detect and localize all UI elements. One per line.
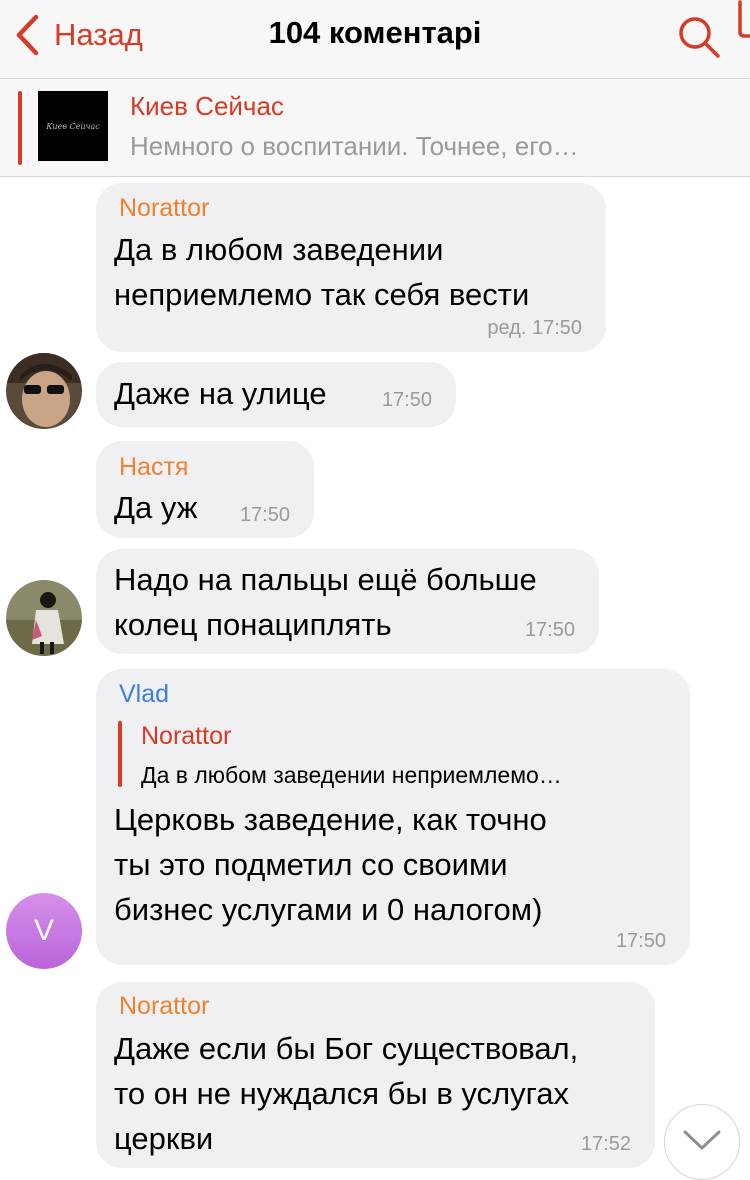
message-bubble[interactable]: Даже на улице 17:50 <box>96 362 456 427</box>
message-text: Даже если бы Бог существовал, то он не н… <box>114 1031 579 1156</box>
search-button[interactable] <box>676 14 722 65</box>
message-text: Да уж <box>114 490 198 525</box>
page-title: 104 коментарі <box>268 15 482 50</box>
message-time: 17:52 <box>580 1133 631 1155</box>
pinned-accent-bar <box>18 91 22 165</box>
message-time: 17:50 <box>615 930 666 952</box>
channel-thumbnail: Киев Сейчас <box>38 91 108 161</box>
sender-name[interactable]: Norattor <box>119 992 209 1021</box>
search-icon <box>676 17 722 64</box>
message-time: ред. 17:50 <box>487 317 582 339</box>
cropped-icon <box>736 0 750 40</box>
avatar[interactable] <box>6 580 82 656</box>
avatar[interactable] <box>6 353 82 429</box>
message-time: 17:50 <box>239 504 290 526</box>
channel-name: Киев Сейчас <box>130 91 284 121</box>
chevron-down-icon <box>682 1129 722 1156</box>
message-text: Да в любом заведении неприемлемо так себ… <box>114 232 530 312</box>
message-time: 17:50 <box>524 619 575 641</box>
reply-author: Norattor <box>141 722 232 750</box>
sender-name[interactable]: Настя <box>119 453 188 482</box>
reply-accent-bar <box>118 721 122 787</box>
sender-name[interactable]: Norattor <box>119 194 209 223</box>
message-bubble[interactable]: Norattor Даже если бы Бог существовал, т… <box>96 982 655 1168</box>
message-bubble[interactable]: Настя Да уж 17:50 <box>96 441 314 538</box>
message-bubble[interactable]: Norattor Да в любом заведении неприемлем… <box>96 183 606 352</box>
message-text: Даже на улице <box>114 376 327 411</box>
avatar[interactable]: V <box>6 893 82 969</box>
message-bubble[interactable]: Vlad Norattor Да в любом заведении непри… <box>96 669 690 965</box>
nav-header: Назад 104 коментарі <box>0 0 750 79</box>
reply-text: Да в любом заведении неприемлемо… <box>141 762 562 788</box>
avatar-letter: V <box>33 914 54 947</box>
message-text: Надо на пальцы ещё больше колец понаципл… <box>114 562 537 642</box>
message-time: 17:50 <box>381 389 432 411</box>
scroll-to-bottom-button[interactable] <box>664 1104 740 1180</box>
pinned-preview: Немного о воспитании. Точнее, его… <box>130 131 579 161</box>
message-text: Церковь заведение, как точно ты это подм… <box>114 802 547 927</box>
message-bubble[interactable]: Надо на пальцы ещё больше колец понаципл… <box>96 549 599 654</box>
pinned-post-bar[interactable]: Киев Сейчас Киев Сейчас Немного о воспит… <box>0 79 750 177</box>
sender-name[interactable]: Vlad <box>119 680 169 709</box>
